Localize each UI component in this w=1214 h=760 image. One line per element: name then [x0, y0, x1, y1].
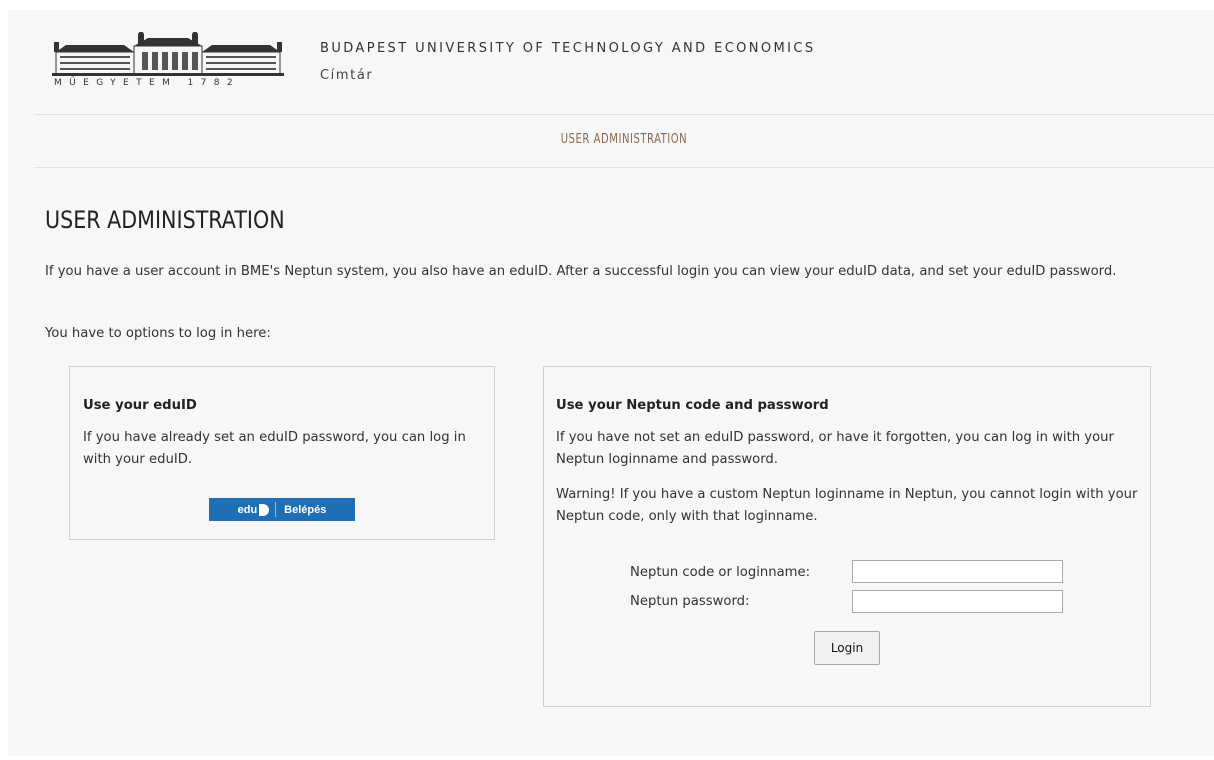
eduid-login-box: Use your eduID If you have already set a… — [69, 366, 495, 540]
university-name: BUDAPEST UNIVERSITY OF TECHNOLOGY AND EC… — [320, 41, 816, 56]
logo-caption: MŰEGYETEM 1782 — [54, 78, 241, 88]
neptun-login-box: Use your Neptun code and password If you… — [543, 366, 1151, 707]
password-input[interactable] — [852, 590, 1063, 613]
username-input[interactable] — [852, 560, 1063, 583]
main-nav: USER ADMINISTRATION — [34, 114, 1214, 168]
eduid-heading: Use your eduID — [83, 398, 197, 413]
building-icon — [52, 32, 284, 76]
username-label: Neptun code or loginname: — [630, 565, 811, 580]
page-container: MŰEGYETEM 1782 BUDAPEST UNIVERSITY OF TE… — [8, 10, 1214, 756]
password-label: Neptun password: — [630, 594, 750, 609]
eduid-d-mark — [259, 503, 270, 516]
neptun-warning: Warning! If you have a custom Neptun log… — [556, 487, 1138, 524]
eduid-login-button[interactable]: edu Belépés — [209, 498, 355, 521]
site-header: MŰEGYETEM 1782 BUDAPEST UNIVERSITY OF TE… — [8, 10, 1214, 114]
university-logo[interactable]: MŰEGYETEM 1782 — [52, 32, 284, 94]
neptun-heading: Use your Neptun code and password — [556, 398, 829, 413]
eduid-button-divider — [275, 502, 277, 517]
login-button[interactable]: Login — [814, 631, 880, 665]
eduid-button-label: Belépés — [284, 503, 327, 516]
eduid-text: If you have already set an eduID passwor… — [83, 430, 466, 467]
page-title: USER ADMINISTRATION — [45, 206, 285, 234]
nav-item-user-administration[interactable]: USER ADMINISTRATION — [117, 132, 1132, 147]
intro-text: If you have a user account in BME's Nept… — [45, 264, 1117, 279]
neptun-text: If you have not set an eduID password, o… — [556, 430, 1114, 467]
options-text: You have to options to log in here: — [45, 326, 271, 341]
eduid-brand-text: edu — [237, 503, 258, 516]
site-subtitle: Címtár — [320, 68, 374, 83]
eduid-brand-icon: edu — [237, 503, 270, 516]
